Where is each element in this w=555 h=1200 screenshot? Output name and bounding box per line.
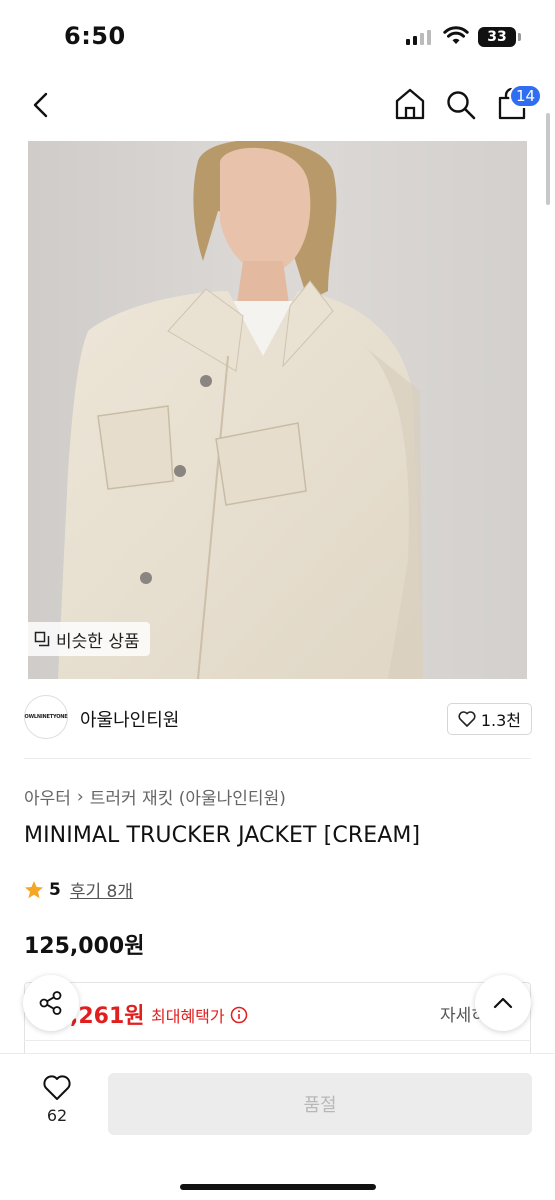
sold-out-button[interactable]: 품절 — [108, 1073, 532, 1135]
status-time: 6:50 — [64, 22, 126, 50]
similar-products-label: 비슷한 상품 — [56, 631, 140, 652]
breadcrumb-subcategory[interactable]: 트러커 재킷 (아울나인티원) — [90, 784, 286, 809]
product-price: 125,000원 — [24, 934, 145, 959]
home-indicator — [180, 1184, 376, 1190]
brand-like-count: 1.3천 — [480, 711, 521, 730]
cart-count-badge: 14 — [509, 84, 543, 108]
breadcrumb: 아우터 › 트러커 재킷 (아울나인티원) — [24, 784, 286, 810]
copy-icon — [34, 631, 50, 647]
product-title: MINIMAL TRUCKER JACKET [CREAM] — [24, 823, 421, 848]
product-photo — [28, 141, 527, 679]
similar-products-button[interactable]: 비슷한 상품 — [24, 622, 150, 656]
heart-icon — [43, 1075, 71, 1100]
scroll-indicator[interactable] — [546, 113, 550, 205]
rating-row: 5 후기 8개 — [24, 877, 133, 902]
brand-name[interactable]: 아울나인티원 — [80, 706, 179, 732]
share-icon — [39, 991, 62, 1015]
signal-icon — [406, 29, 431, 45]
nav-bar — [0, 78, 555, 134]
divider — [24, 758, 531, 759]
info-icon[interactable] — [230, 1006, 248, 1024]
home-icon[interactable] — [393, 86, 427, 122]
brand-row[interactable]: OWLNINETYONE 아울나인티원 1.3천 — [24, 695, 532, 741]
battery-icon: 33 — [478, 27, 516, 47]
heart-icon — [458, 711, 476, 727]
scroll-top-button[interactable] — [475, 975, 531, 1031]
benefit-label-text: 최대혜택가 — [151, 1007, 225, 1026]
bottom-action-bar: 62 품절 — [0, 1053, 555, 1200]
share-button[interactable] — [23, 975, 79, 1031]
chevron-right-icon: › — [76, 786, 84, 807]
rating-score: 5 — [49, 879, 61, 900]
brand-like-button[interactable]: 1.3천 — [446, 703, 532, 735]
wishlist-count: 62 — [46, 1106, 68, 1125]
search-icon[interactable] — [444, 86, 478, 122]
divider — [24, 1040, 531, 1041]
breadcrumb-category[interactable]: 아우터 — [24, 784, 71, 809]
star-icon — [25, 880, 43, 898]
status-bar: 6:50 33 — [0, 0, 555, 75]
wifi-icon — [443, 26, 469, 44]
product-image[interactable] — [28, 141, 527, 679]
brand-logo[interactable]: OWLNINETYONE — [24, 695, 68, 739]
benefit-price: ,261원 — [70, 1004, 145, 1029]
wishlist-button[interactable]: 62 — [28, 1074, 86, 1138]
chevron-up-icon — [493, 997, 513, 1009]
back-button[interactable] — [26, 88, 56, 122]
review-link[interactable]: 후기 8개 — [70, 877, 133, 902]
benefit-label: 최대혜택가 — [151, 1003, 248, 1027]
battery-nub — [518, 33, 521, 41]
